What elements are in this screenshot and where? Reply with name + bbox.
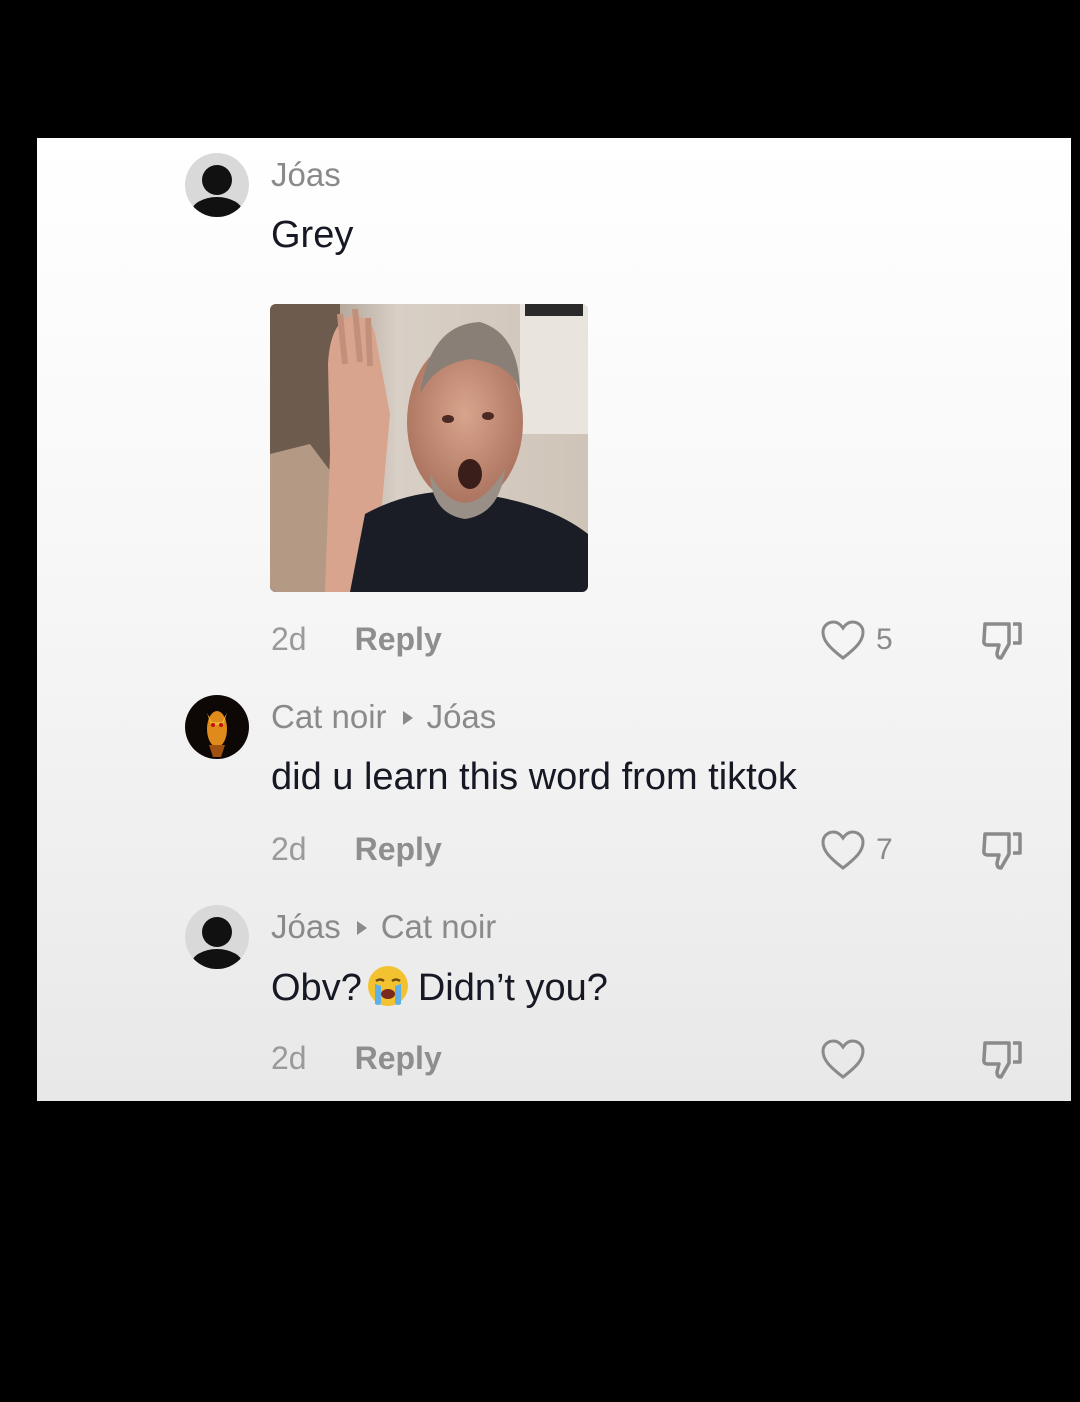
comment-author: Jóas Cat noir <box>271 907 496 947</box>
avatar[interactable] <box>185 153 249 217</box>
comment-meta: 2d Reply <box>271 1038 442 1078</box>
reply-arrow-icon <box>356 920 367 935</box>
comment-timestamp: 2d <box>271 831 307 867</box>
reply-button[interactable]: Reply <box>355 621 442 657</box>
crying-face-emoji <box>367 966 408 1006</box>
comment-timestamp: 2d <box>271 1040 307 1076</box>
comment-text: did u learn this word from tiktok <box>271 756 797 798</box>
like-count: 7 <box>876 833 893 866</box>
comment-text-before: Obv? <box>271 967 362 1009</box>
comment-meta: 2d Reply <box>271 619 442 659</box>
avatar[interactable] <box>185 905 249 969</box>
comment-text: Grey <box>271 214 354 256</box>
like-count: 5 <box>876 623 893 656</box>
comment-author-name[interactable]: Cat noir <box>271 698 387 735</box>
avatar[interactable] <box>185 695 249 759</box>
comment-author[interactable]: Jóas <box>271 155 341 195</box>
dislike-button[interactable] <box>979 1035 1025 1081</box>
reply-button[interactable]: Reply <box>355 831 442 867</box>
thumbs-down-icon <box>982 622 1022 660</box>
like-button[interactable] <box>820 1037 876 1081</box>
comment-attached-image[interactable] <box>270 304 588 592</box>
reply-arrow-icon <box>402 710 413 725</box>
heart-icon <box>821 1039 865 1079</box>
comment-text-after: Didn’t you? <box>417 967 608 1009</box>
comment-text: Obv? Didn’t you? <box>271 964 608 1011</box>
comment-author-name[interactable]: Jóas <box>271 908 341 945</box>
comments-panel: Jóas Grey 2d Reply 5 Cat noir Jóas did u… <box>37 138 1071 1101</box>
dislike-button[interactable] <box>979 616 1025 662</box>
reply-button[interactable]: Reply <box>355 1040 442 1076</box>
like-button[interactable]: 7 <box>820 828 893 872</box>
comment-meta: 2d Reply <box>271 829 442 869</box>
thumbs-down-icon <box>982 1041 1022 1079</box>
like-button[interactable]: 5 <box>820 618 893 662</box>
heart-icon <box>821 830 865 870</box>
dislike-button[interactable] <box>979 826 1025 872</box>
reply-to-name[interactable]: Jóas <box>427 698 497 735</box>
thumbs-down-icon <box>982 832 1022 870</box>
comment-author: Cat noir Jóas <box>271 697 496 737</box>
heart-icon <box>821 620 865 660</box>
comment-timestamp: 2d <box>271 621 307 657</box>
reply-to-name[interactable]: Cat noir <box>381 908 497 945</box>
